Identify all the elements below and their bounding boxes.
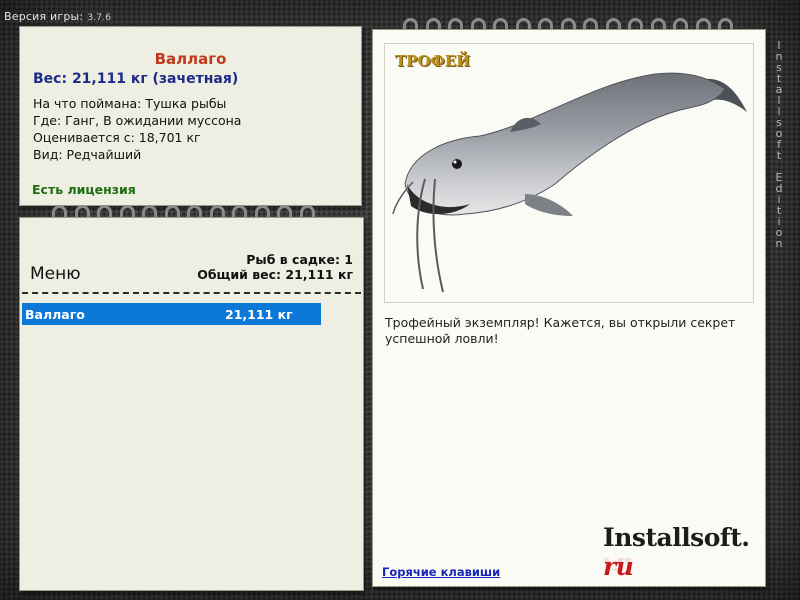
logo-main: Installsoft. — [603, 523, 750, 552]
catfish-image — [392, 72, 747, 293]
fish-info-card: Валлаго Вес: 21,111 кг (зачетная) На что… — [19, 26, 362, 206]
menu-panel: Меню Рыб в садке: 1 Общий вес: 21,111 кг… — [19, 217, 364, 591]
total-weight: Общий вес: 21,111 кг — [197, 267, 353, 282]
fish-list-name: Валлаго — [25, 307, 85, 322]
fish-count: Рыб в садке: 1 — [246, 252, 353, 267]
fish-type: Вид: Редчайший — [33, 147, 142, 162]
fish-value: Оценивается с: 18,701 кг — [33, 130, 201, 145]
trophy-label: ТРОФЕЙ — [395, 52, 471, 70]
fish-location: Где: Ганг, В ожидании муссона — [33, 113, 242, 128]
hotkeys-link[interactable]: Горячие клавиши — [382, 565, 500, 579]
catch-stats: Рыб в садке: 1 Общий вес: 21,111 кг — [197, 252, 353, 282]
version-info: Версия игры: 3.7.6 — [4, 10, 111, 23]
fish-details: На что поймана: Тушка рыбы Где: Ганг, В … — [33, 95, 241, 163]
trophy-image-frame: ТРОФЕЙ — [384, 43, 754, 303]
fish-list-item[interactable]: Валлаго 21,111 кг — [22, 303, 321, 325]
edition-watermark: Installsoft Edition — [772, 40, 786, 249]
trophy-panel: ТРОФЕЙ Трофейный экземпляр! Кажется, вы … — [372, 29, 766, 600]
fish-bait: На что поймана: Тушка рыбы — [33, 96, 227, 111]
logo-reflection: Installsoft. ru — [603, 552, 750, 600]
version-number: 3.7.6 — [87, 13, 112, 23]
watermark-letter: n — [775, 237, 783, 250]
fish-weight: Вес: 21,111 кг (зачетная) — [33, 71, 239, 87]
version-label: Версия игры: — [4, 10, 84, 23]
fish-name: Валлаго — [154, 50, 227, 68]
trophy-description: Трофейный экземпляр! Кажется, вы открыли… — [385, 315, 736, 346]
divider — [22, 292, 361, 294]
fish-list-weight: 21,111 кг — [225, 307, 293, 322]
license-status: Есть лицензия — [32, 182, 136, 197]
menu-title[interactable]: Меню — [30, 264, 81, 284]
